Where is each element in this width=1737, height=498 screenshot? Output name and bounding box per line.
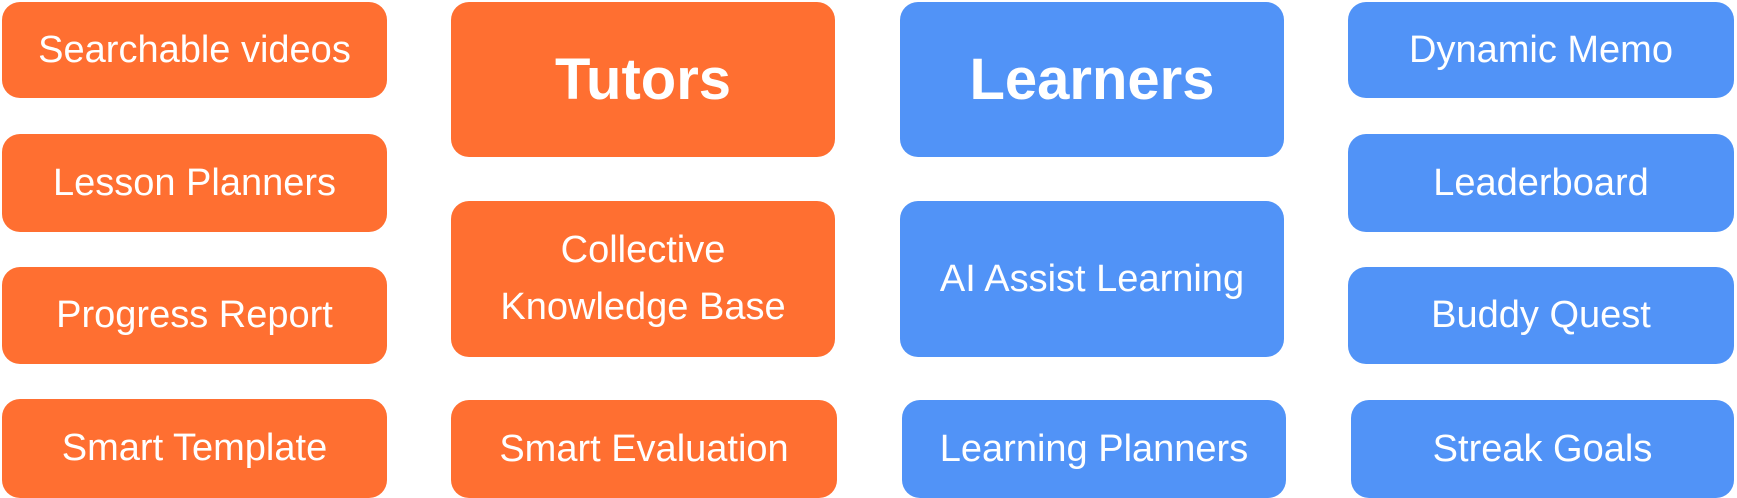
learner-feature-streak-goals: Streak Goals	[1351, 400, 1734, 498]
learner-feature-dynamic-memo: Dynamic Memo	[1348, 2, 1734, 98]
tutor-feature-searchable-videos: Searchable videos	[2, 2, 387, 98]
tutor-feature-smart-evaluation: Smart Evaluation	[451, 400, 837, 498]
tutors-header: Tutors	[451, 2, 835, 157]
tutor-feature-collective-knowledge-base: Collective Knowledge Base	[451, 201, 835, 357]
tutor-feature-progress-report: Progress Report	[2, 267, 387, 364]
learners-header: Learners	[900, 2, 1284, 157]
tutor-feature-smart-template: Smart Template	[2, 399, 387, 498]
learner-feature-ai-assist-learning: AI Assist Learning	[900, 201, 1284, 357]
learner-feature-leaderboard: Leaderboard	[1348, 134, 1734, 232]
tutor-feature-lesson-planners: Lesson Planners	[2, 134, 387, 232]
learner-feature-buddy-quest: Buddy Quest	[1348, 267, 1734, 364]
learner-feature-learning-planners: Learning Planners	[902, 400, 1286, 498]
